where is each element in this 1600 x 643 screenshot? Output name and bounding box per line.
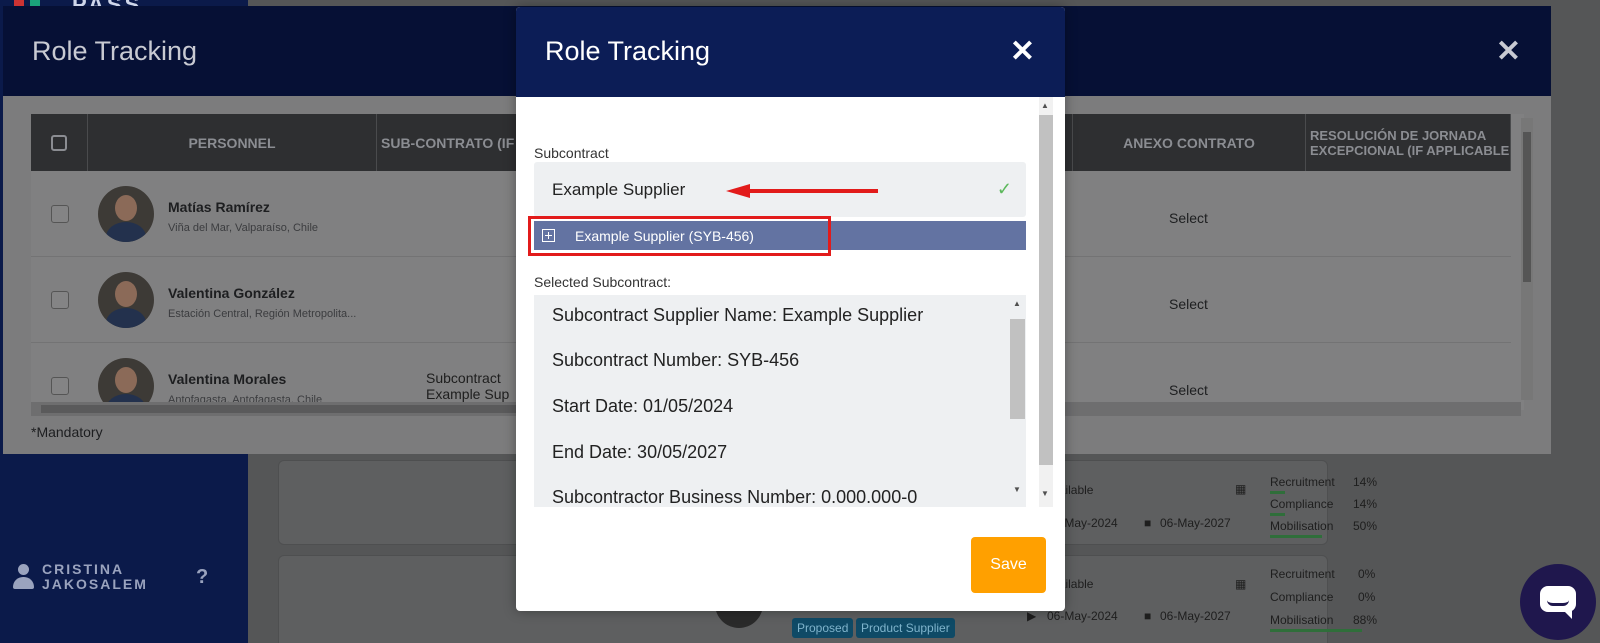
metric-label: Compliance: [1270, 590, 1334, 604]
calendar-icon[interactable]: ▦: [1235, 577, 1246, 591]
metric-value: 88%: [1353, 613, 1378, 627]
modal-title: Role Tracking: [32, 36, 198, 66]
metric-value: 0%: [1358, 567, 1376, 581]
modal-body: Subcontract ✓ Example Supplier (SYB-456)…: [516, 97, 1065, 507]
select-all-checkbox[interactable]: [51, 134, 67, 151]
scroll-up-icon[interactable]: ▲: [1041, 101, 1049, 110]
scroll-thumb[interactable]: [41, 405, 541, 413]
subcontract-cell-label: Subcontract: [426, 370, 501, 386]
metric-value: 0%: [1358, 590, 1376, 604]
detail-business-number: Subcontractor Business Number: 0.000.000…: [552, 487, 918, 507]
metric-label: Recruitment: [1270, 475, 1335, 489]
metric-value: 50%: [1353, 519, 1378, 533]
column-header[interactable]: SUB-CONTRATO (IF: [377, 114, 531, 171]
status-tag-proposed: Proposed: [792, 618, 854, 638]
personnel-name: Valentina González: [168, 285, 295, 301]
scroll-up-icon[interactable]: ▲: [1013, 299, 1021, 308]
selected-subcontract-details: Subcontract Supplier Name: Example Suppl…: [534, 295, 1026, 507]
column-header[interactable]: RESOLUCIÓN DE JORNADA EXCEPCIONAL (IF AP…: [1306, 114, 1511, 171]
check-icon: ✓: [996, 179, 1012, 199]
scroll-thumb[interactable]: [1039, 115, 1053, 465]
scroll-down-icon[interactable]: ▼: [1013, 485, 1021, 494]
user-icon: [12, 564, 34, 590]
chat-icon: [1540, 586, 1576, 619]
subcontract-cell-value[interactable]: Example Sup: [426, 386, 509, 402]
status-tag-supplier: Product Supplier: [856, 618, 955, 638]
end-date: 06-May-2027: [1160, 516, 1231, 530]
detail-start-date: Start Date: 01/05/2024: [552, 396, 734, 416]
close-icon[interactable]: ✕: [1496, 37, 1521, 67]
column-header[interactable]: ANEXO CONTRATO: [1073, 114, 1306, 171]
row-checkbox[interactable]: [51, 291, 69, 309]
detail-subcontract-number: Subcontract Number: SYB-456: [552, 350, 800, 370]
metric-value: 14%: [1353, 497, 1378, 511]
metric-label: Mobilisation: [1270, 613, 1334, 627]
help-icon[interactable]: ?: [196, 566, 208, 589]
modal-header: Role Tracking ✕: [516, 7, 1065, 97]
end-date: 06-May-2027: [1160, 609, 1231, 623]
play-icon: ▶: [1027, 609, 1037, 623]
personnel-location: Estación Central, Región Metropolita...: [168, 308, 357, 320]
chat-smile-icon: [1547, 600, 1569, 606]
personnel-location: Viña del Mar, Valparaíso, Chile: [168, 222, 319, 234]
metric-label: Compliance: [1270, 497, 1334, 511]
metric-label: Mobilisation: [1270, 519, 1334, 533]
save-button[interactable]: Save: [971, 537, 1046, 593]
user-name: CRISTINA JAKOSALEM: [42, 561, 148, 592]
scroll-thumb[interactable]: [1523, 132, 1531, 282]
table-vertical-scrollbar[interactable]: [1521, 118, 1533, 400]
avatar: [98, 186, 154, 242]
metric-bar: [1270, 535, 1322, 538]
start-date: 06-May-2024: [1047, 609, 1118, 623]
mandatory-note: *Mandatory: [31, 424, 103, 440]
subcontract-label: Subcontract: [534, 145, 609, 161]
details-scrollbar[interactable]: ▲ ▼: [1010, 295, 1025, 507]
annotation-arrow: [726, 184, 878, 198]
anexo-select[interactable]: Select: [1169, 296, 1208, 312]
scroll-down-icon[interactable]: ▼: [1041, 489, 1049, 498]
personnel-name: Matías Ramírez: [168, 199, 270, 215]
calendar-icon[interactable]: ▦: [1235, 482, 1246, 496]
metric-value: 14%: [1353, 475, 1378, 489]
metric-bar: [1270, 491, 1285, 494]
personnel-name: Valentina Morales: [168, 371, 287, 387]
chat-launcher-button[interactable]: [1520, 564, 1596, 640]
anexo-select[interactable]: Select: [1169, 382, 1208, 398]
annotation-highlight-box: [528, 216, 831, 256]
sidebar-user[interactable]: CRISTINA JAKOSALEM ?: [12, 562, 208, 592]
stop-icon: ■: [1144, 516, 1152, 530]
row-checkbox[interactable]: [51, 205, 69, 223]
selected-subcontract-label: Selected Subcontract:: [534, 274, 671, 290]
modal-body-scrollbar[interactable]: ▲ ▼: [1039, 97, 1053, 507]
detail-end-date: End Date: 30/05/2027: [552, 442, 728, 462]
stop-icon: ■: [1144, 609, 1152, 623]
select-all-cell: [31, 114, 88, 171]
role-tracking-modal: Role Tracking ✕ Subcontract ✓ Example Su…: [516, 7, 1065, 611]
avatar: [98, 272, 154, 328]
column-header[interactable]: PERSONNEL: [88, 114, 377, 171]
detail-supplier-name: Subcontract Supplier Name: Example Suppl…: [552, 305, 924, 325]
scroll-thumb[interactable]: [1010, 319, 1025, 419]
row-checkbox[interactable]: [51, 377, 69, 395]
anexo-select[interactable]: Select: [1169, 210, 1208, 226]
metric-label: Recruitment: [1270, 567, 1335, 581]
metric-bar: [1270, 513, 1285, 516]
modal-title: Role Tracking: [545, 36, 711, 66]
metric-bar: [1270, 629, 1362, 632]
close-icon[interactable]: ✕: [1010, 37, 1035, 67]
